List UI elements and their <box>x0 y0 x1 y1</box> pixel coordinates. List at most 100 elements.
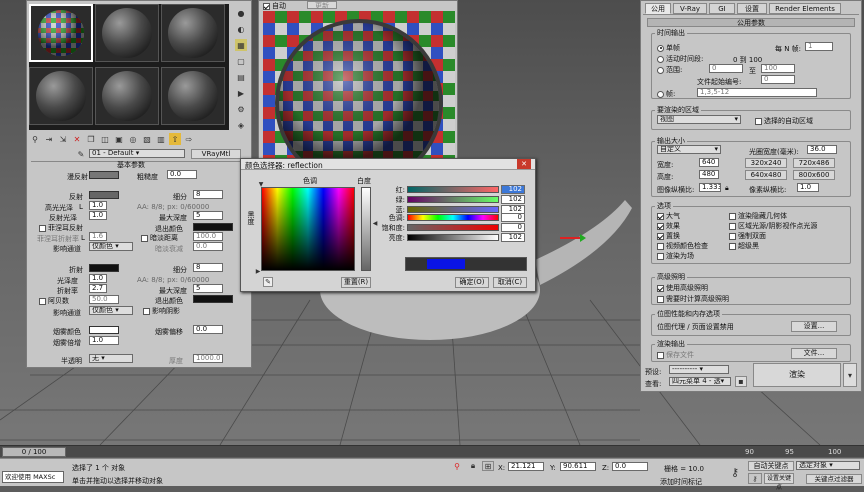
auto-checkbox[interactable]: 自动 <box>263 1 286 11</box>
video-check-icon[interactable]: ▤ <box>235 71 247 83</box>
option-right-2[interactable]: 强制双面 <box>729 231 766 241</box>
refl-gloss-field[interactable]: 1.0 <box>89 211 107 220</box>
reflect-swatch[interactable] <box>89 191 119 199</box>
make-preview-icon[interactable]: ▶ <box>235 87 247 99</box>
abbe-checkbox[interactable]: 阿贝数 <box>39 296 69 306</box>
put-library-icon[interactable]: ▣ <box>113 133 125 145</box>
hue2-field[interactable]: 0 <box>501 213 525 222</box>
hilight-lock[interactable]: L <box>79 203 83 211</box>
aspect-lock-icon[interactable]: 🔒︎ <box>725 184 729 193</box>
roughness-field[interactable]: 0.0 <box>167 170 197 179</box>
sphere-icon[interactable]: ● <box>235 7 247 19</box>
translucency-dropdown[interactable]: 无 ▾ <box>89 354 133 363</box>
sat-slider[interactable] <box>407 224 499 231</box>
tab-0[interactable]: 公用 <box>645 3 671 14</box>
blackness-pointer-icon[interactable]: ▶ <box>255 267 261 275</box>
ior-field[interactable]: 2.7 <box>89 284 107 293</box>
assign-icon[interactable]: ⇲ <box>57 133 69 145</box>
time-slider-thumb[interactable]: 0 / 100 <box>2 447 66 457</box>
ok-button[interactable]: 确定(O) <box>455 277 489 288</box>
get-material-icon[interactable]: ⚲ <box>29 133 41 145</box>
sample-slot-2[interactable] <box>95 4 159 62</box>
dim-falloff-field[interactable]: 0.0 <box>193 242 223 251</box>
lock-view-icon[interactable]: ▪ <box>735 376 747 387</box>
hue-spectrum[interactable] <box>261 187 355 271</box>
preset-dropdown[interactable]: ---------- ▾ <box>669 365 729 374</box>
width-field[interactable]: 640 <box>699 158 719 167</box>
option-left-1[interactable]: 效果 <box>657 221 680 231</box>
preset-800x600-button[interactable]: 800x600 <box>793 170 835 180</box>
files-button[interactable]: 文件... <box>791 348 837 359</box>
hilight-field[interactable]: 1.0 <box>89 201 107 210</box>
update-button[interactable]: 更新 <box>307 1 337 10</box>
fog-mult-field[interactable]: 1.0 <box>89 336 119 345</box>
material-type-button[interactable]: VRayMtl <box>191 149 241 159</box>
option-left-3[interactable]: 视频颜色检查 <box>657 241 708 251</box>
abbe-field[interactable]: 50.0 <box>89 295 119 304</box>
whiteness-bar[interactable] <box>361 187 371 271</box>
exit-color-swatch[interactable] <box>193 223 233 231</box>
bitmap-setup-button[interactable]: 设置... <box>791 321 837 332</box>
fresnel-ior-field[interactable]: 1.6 <box>89 232 107 241</box>
sample-slot-5[interactable] <box>95 67 159 125</box>
unique-icon[interactable]: ◫ <box>99 133 111 145</box>
area-view-dropdown[interactable]: 视图 ▾ <box>657 115 741 124</box>
select-by-material-icon[interactable]: ◈ <box>235 119 247 131</box>
x-coord-field[interactable]: 21.121 <box>508 462 544 471</box>
every-n-field[interactable]: 1 <box>805 42 833 51</box>
reset-button[interactable]: 重置(R) <box>341 277 371 288</box>
preset-320x240-button[interactable]: 320x240 <box>745 158 787 168</box>
compute-adv-lighting-checkbox[interactable]: 需要时计算高级照明 <box>657 294 729 304</box>
refr-gloss-field[interactable]: 1.0 <box>89 274 107 283</box>
color-picker-titlebar[interactable]: 颜色选择器: reflection ✕ <box>241 159 535 170</box>
background-icon[interactable]: ▦ <box>235 39 247 51</box>
render-button[interactable]: 渲染 <box>753 363 841 387</box>
affect-channels-dropdown[interactable]: 仅颜色 ▾ <box>89 242 133 251</box>
lock-icon[interactable]: L <box>81 234 85 242</box>
key-icon[interactable]: ⚷ <box>726 465 744 479</box>
option-right-0[interactable]: 渲染隐藏几何体 <box>729 211 787 221</box>
frames-radio[interactable]: 帧: <box>657 89 675 99</box>
sample-slot-1[interactable] <box>29 4 93 62</box>
common-params-header[interactable]: 公用参数 <box>647 18 855 27</box>
z-coord-field[interactable]: 0.0 <box>612 462 648 471</box>
render-menu-icon[interactable]: ▾ <box>843 363 857 387</box>
red-slider[interactable] <box>407 186 499 193</box>
active-segment-radio[interactable]: 活动时间段: <box>657 54 703 64</box>
single-frame-radio[interactable]: 单帧 <box>657 43 680 53</box>
green-field[interactable]: 102 <box>501 195 525 204</box>
blue-slider[interactable] <box>407 206 499 213</box>
show-end-icon[interactable]: ▥ <box>155 133 167 145</box>
fog-bias-field[interactable]: 0.0 <box>193 325 223 334</box>
material-name-dropdown[interactable]: 01 - Default ▾ <box>89 149 185 158</box>
range-radio[interactable]: 范围: <box>657 65 682 75</box>
subdivs-field[interactable]: 8 <box>193 190 223 199</box>
affect-shadows-checkbox[interactable]: 影响阴影 <box>143 306 180 316</box>
options-icon[interactable]: ⚙ <box>235 103 247 115</box>
sample-slot-3[interactable] <box>161 4 225 62</box>
fog-color-swatch[interactable] <box>89 326 119 334</box>
output-preset-dropdown[interactable]: 自定义 ▾ <box>657 145 721 154</box>
dim-distance-field[interactable]: 100.0 <box>193 232 223 241</box>
show-map-icon[interactable]: ▧ <box>141 133 153 145</box>
val-field[interactable]: 102 <box>501 233 525 242</box>
put-to-scene-icon[interactable]: ⇥ <box>43 133 55 145</box>
eyedropper-icon[interactable]: ✎ <box>75 149 87 159</box>
use-adv-lighting-checkbox[interactable]: 使用高级照明 <box>657 283 708 293</box>
go-parent-icon[interactable]: ⇧ <box>169 133 181 145</box>
aperture-field[interactable]: 36.0 <box>807 145 837 154</box>
thickness-field[interactable]: 1000.0 <box>193 354 223 363</box>
backlight-icon[interactable]: ◐ <box>235 23 247 35</box>
file-start-field[interactable]: 0 <box>761 75 795 84</box>
copy-icon[interactable]: ❐ <box>85 133 97 145</box>
material-id-icon[interactable]: ◎ <box>127 133 139 145</box>
selection-lock-icon[interactable]: 🔒︎ <box>468 461 478 471</box>
sample-slot-6[interactable] <box>161 67 225 125</box>
preset-720x486-button[interactable]: 720x486 <box>793 158 835 168</box>
tab-2[interactable]: GI <box>709 3 735 14</box>
val-slider[interactable] <box>407 234 499 241</box>
refr-max-depth-field[interactable]: 5 <box>193 284 223 293</box>
refr-subdivs-field[interactable]: 8 <box>193 263 223 272</box>
option-right-1[interactable]: 区域光源/阴影视作点光源 <box>729 221 817 231</box>
preset-640x480-button[interactable]: 640x480 <box>745 170 787 180</box>
